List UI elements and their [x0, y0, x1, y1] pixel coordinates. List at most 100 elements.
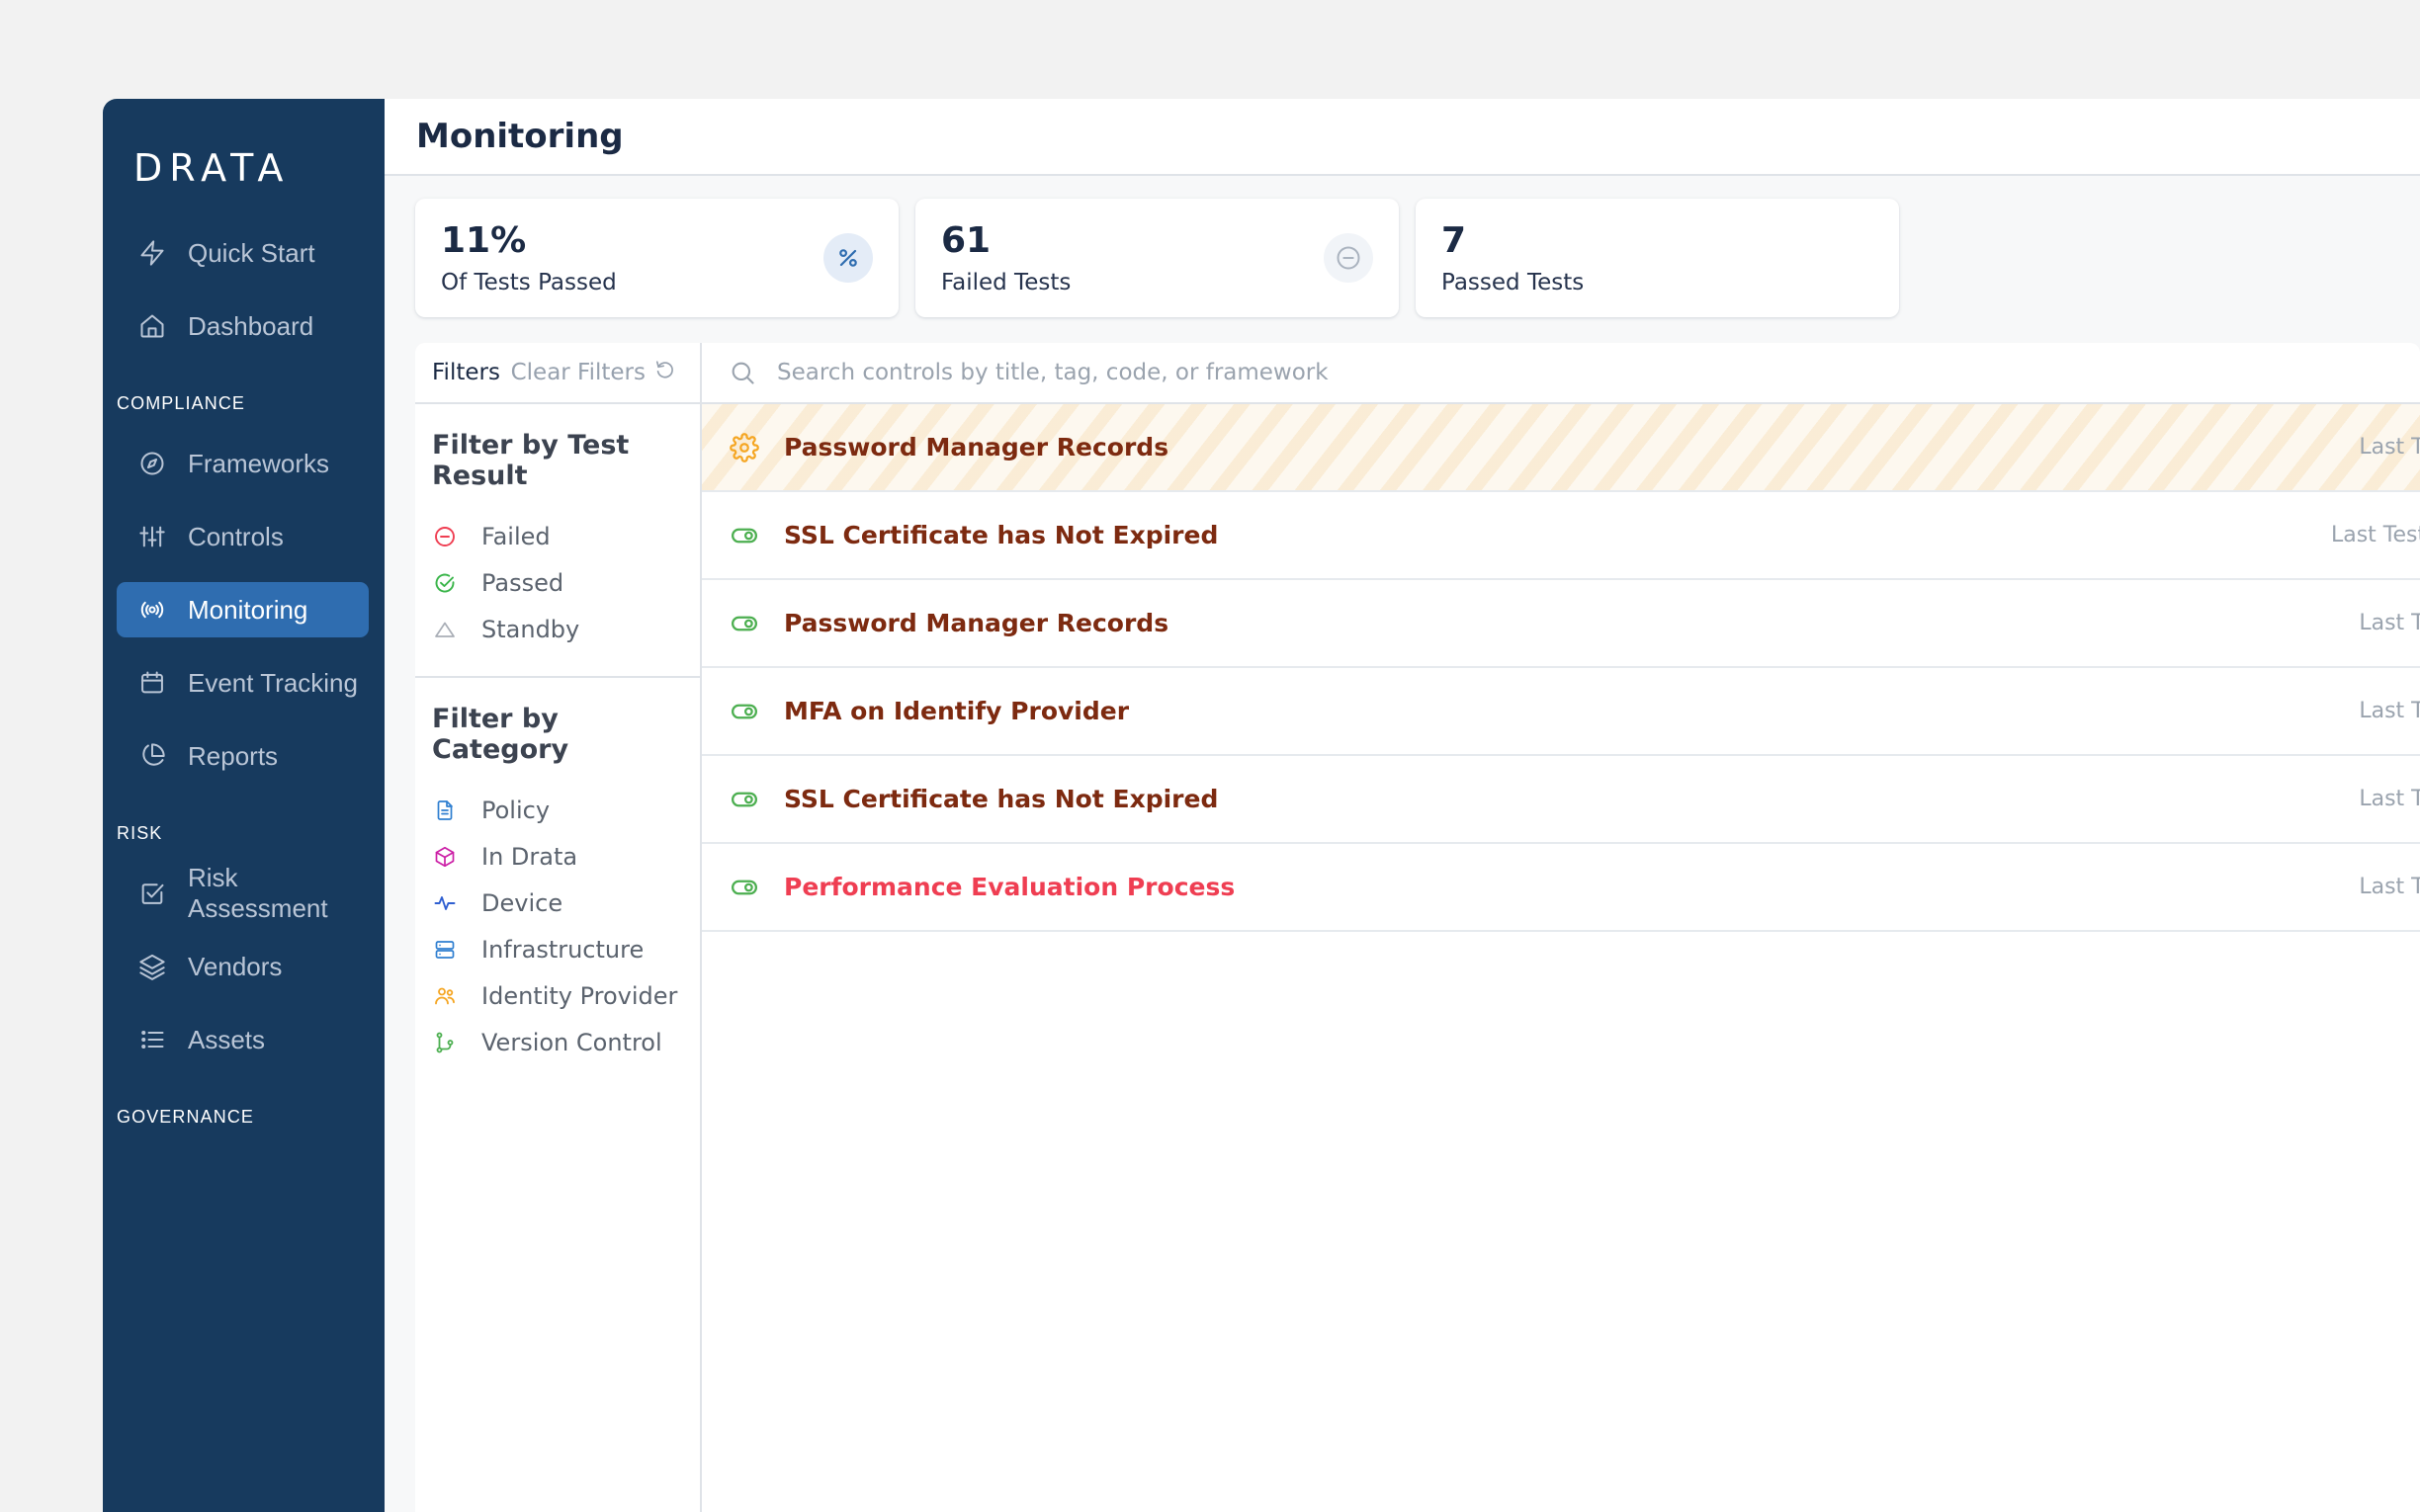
table-row[interactable]: Performance Evaluation Process Last Test…: [702, 844, 2420, 932]
sidebar-item-label: Vendors: [188, 951, 283, 981]
check-circle-icon: [432, 570, 458, 596]
filter-item-label: Infrastructure: [481, 935, 645, 964]
sidebar-item-label: Monitoring: [188, 594, 308, 625]
search-bar[interactable]: [702, 343, 2420, 404]
sidebar-section-compliance: COMPLIANCE: [117, 393, 246, 413]
gear-icon: [729, 432, 760, 463]
pie-chart-icon: [137, 741, 167, 771]
test-title: SSL Certificate has Not Expired: [784, 521, 1219, 549]
filter-item-label: Device: [481, 888, 563, 917]
table-row[interactable]: SSL Certificate has Not Expired Last Tes…: [702, 492, 2420, 580]
table-row[interactable]: MFA on Identify Provider Last Tested: [702, 668, 2420, 756]
test-last-tested: Last Tested: 1: [2330, 523, 2420, 547]
sidebar-item-reports[interactable]: Reports: [117, 728, 369, 784]
table-row[interactable]: SSL Certificate has Not Expired Last Tes…: [702, 756, 2420, 844]
users-icon: [432, 983, 458, 1009]
filter-item-passed[interactable]: Passed: [432, 559, 700, 606]
test-title: Password Manager Records: [784, 609, 1169, 637]
sidebar-item-dashboard[interactable]: Dashboard: [117, 298, 369, 354]
search-input[interactable]: [777, 360, 2384, 385]
filter-item-version-control[interactable]: Version Control: [432, 1019, 700, 1065]
filters-panel: Filters Clear Filters Filter by Test Res…: [415, 343, 702, 1512]
app-root: DRATA Quick Start Dashboard COMPLIANCE F: [0, 0, 2420, 1512]
filter-heading: Filter by Category: [432, 704, 569, 765]
sidebar-item-event-tracking[interactable]: Event Tracking: [117, 655, 369, 711]
sidebar-item-label: Dashboard: [188, 310, 314, 341]
calendar-icon: [137, 668, 167, 698]
stat-value: 7: [1441, 220, 1467, 261]
filter-item-failed[interactable]: Failed: [432, 513, 700, 559]
filters-title: Filters: [432, 360, 500, 385]
sidebar-item-quick-start[interactable]: Quick Start: [117, 225, 369, 281]
filter-item-standby[interactable]: Standby: [432, 606, 700, 652]
sidebar-item-assets[interactable]: Assets: [117, 1012, 369, 1067]
server-icon: [432, 937, 458, 963]
filter-item-label: Standby: [481, 615, 580, 643]
filter-item-policy[interactable]: Policy: [432, 787, 700, 833]
filter-item-device[interactable]: Device: [432, 880, 700, 926]
branch-icon: [432, 1030, 458, 1055]
home-icon: [137, 311, 167, 341]
filter-item-label: Passed: [481, 568, 564, 597]
filter-block-category: Filter by Category Policy In Drata Devic…: [415, 676, 700, 1089]
sidebar-item-controls[interactable]: Controls: [117, 509, 369, 564]
sidebar-item-risk-assessment[interactable]: Risk Assessment: [117, 863, 369, 923]
toggle-icon: [729, 696, 760, 727]
filter-item-label: Policy: [481, 796, 551, 824]
checkbox-icon: [137, 879, 167, 908]
sidebar-item-label: Reports: [188, 740, 279, 771]
broadcast-icon: [137, 595, 167, 625]
content-panels: Filters Clear Filters Filter by Test Res…: [415, 343, 2420, 1512]
filter-item-identity-provider[interactable]: Identity Provider: [432, 972, 700, 1019]
toggle-icon: [729, 872, 760, 903]
table-row[interactable]: Password Manager Records Last Tested: [702, 580, 2420, 668]
sidebar-item-label: Frameworks: [188, 448, 330, 478]
sidebar-primary-nav: Quick Start Dashboard: [103, 225, 385, 354]
stat-cards: 11% Of Tests Passed 61 Failed Tests 7 Pa…: [385, 176, 2420, 317]
bolt-icon: [137, 238, 167, 268]
filter-heading: Filter by Test Result: [432, 430, 630, 491]
clear-filters-button[interactable]: Clear Filters: [511, 359, 676, 386]
toggle-icon: [729, 784, 760, 815]
stat-label: Passed Tests: [1441, 269, 1585, 295]
topbar: Monitoring: [385, 99, 2420, 176]
toggle-icon: [729, 520, 760, 551]
stat-value: 11%: [441, 220, 527, 261]
compass-icon: [137, 449, 167, 478]
stat-value: 61: [941, 220, 992, 261]
filter-item-in-drata[interactable]: In Drata: [432, 833, 700, 880]
cube-icon: [432, 844, 458, 870]
sidebar-item-frameworks[interactable]: Frameworks: [117, 436, 369, 491]
sidebar-item-label: Event Tracking: [188, 667, 358, 698]
sidebar-section-governance: GOVERNANCE: [117, 1107, 255, 1127]
filters-header: Filters Clear Filters: [415, 343, 700, 404]
sidebar-item-label: Risk Assessment: [188, 863, 328, 923]
sidebar-item-label: Controls: [188, 521, 284, 551]
stat-card-tests-passed-percent[interactable]: 11% Of Tests Passed: [415, 199, 899, 317]
stat-card-failed-tests[interactable]: 61 Failed Tests: [915, 199, 1399, 317]
filter-item-label: Identity Provider: [481, 981, 678, 1010]
stat-card-passed-tests[interactable]: 7 Passed Tests: [1416, 199, 1899, 317]
filter-item-infrastructure[interactable]: Infrastructure: [432, 926, 700, 972]
table-row[interactable]: Password Manager Records Last Tested: [702, 404, 2420, 492]
document-icon: [432, 798, 458, 823]
triangle-icon: [432, 617, 458, 642]
sidebar-item-monitoring[interactable]: Monitoring: [117, 582, 369, 637]
layers-icon: [137, 952, 167, 981]
page-title: Monitoring: [416, 117, 624, 156]
drata-logo: DRATA: [133, 146, 291, 190]
sidebar-item-vendors[interactable]: Vendors: [117, 939, 369, 994]
filter-block-test-result: Filter by Test Result Failed Passed Stan…: [415, 404, 700, 676]
minus-circle-icon: [432, 524, 458, 549]
filter-item-label: In Drata: [481, 842, 578, 871]
test-last-tested: Last Tested: [2359, 435, 2420, 460]
stat-label: Of Tests Passed: [441, 269, 617, 295]
test-title: Password Manager Records: [784, 433, 1169, 462]
test-last-tested: Last Tested: [2359, 699, 2420, 723]
reset-icon: [654, 359, 676, 386]
